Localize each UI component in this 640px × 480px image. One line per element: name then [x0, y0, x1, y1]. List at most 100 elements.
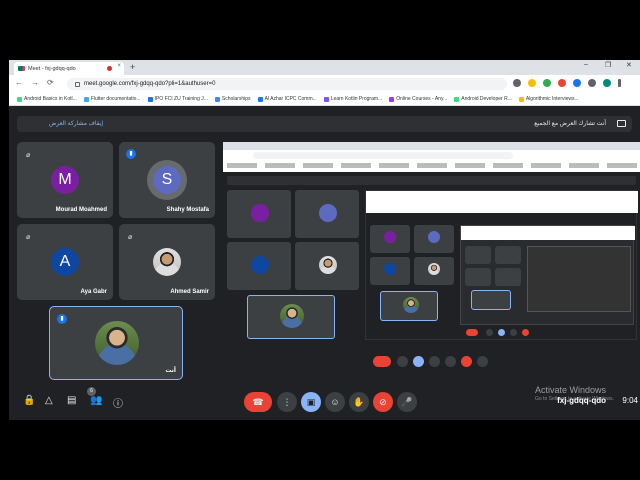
nested-tile	[295, 190, 359, 238]
participant-tile-mourad[interactable]: ⌀ M Mourad Moahmed	[17, 142, 113, 218]
raise-hand-button[interactable]: ✋	[349, 392, 369, 412]
extension-red-icon[interactable]	[558, 79, 566, 87]
maximize-button[interactable]: ❐	[605, 61, 611, 69]
url-text: meet.google.com/fxj-gdqq-qdo?pli=1&authu…	[84, 81, 216, 87]
avatar: S	[153, 166, 181, 194]
avatar-photo	[153, 248, 181, 276]
end-call-button[interactable]: ☎	[244, 392, 272, 412]
bookmark-item[interactable]: Algorithmic Interviews...	[518, 96, 579, 102]
participant-tile-self[interactable]: ▮ أنت	[49, 306, 183, 380]
more-options-button[interactable]: ⋮	[277, 392, 297, 412]
bookmark-label: Android Basics in Kotl...	[24, 96, 77, 102]
stop-sharing-button[interactable]: إيقاف مشاركة العرض	[49, 120, 103, 127]
nested-tile	[227, 242, 291, 290]
participant-name: أنت	[165, 368, 176, 374]
bookmark-label: Online Courses - Any...	[396, 96, 448, 102]
emoji-button[interactable]: ☺	[325, 392, 345, 412]
minimize-button[interactable]: –	[584, 61, 588, 68]
tab-title: Meet - fxj-gdqq-qdo	[28, 65, 76, 72]
chat-icon[interactable]: ▤	[67, 395, 76, 406]
participant-tile-ahmed[interactable]: ⌀ Ahmed Samir	[119, 224, 215, 300]
bookmark-item[interactable]: Learn Kotlin Program...	[323, 96, 383, 102]
share-icon[interactable]	[513, 79, 521, 87]
participant-count-badge: 6	[87, 387, 96, 396]
nested-browser-chrome	[223, 142, 640, 172]
bookmark-favicon-icon	[257, 96, 263, 102]
new-tab-button[interactable]: +	[130, 62, 135, 72]
nested-end-call	[373, 356, 391, 367]
puzzle-icon[interactable]	[588, 79, 596, 87]
bookmark-favicon-icon	[17, 96, 22, 102]
avatar-photo	[95, 321, 139, 365]
people-icon[interactable]: 👥	[90, 395, 102, 406]
bookmark-favicon-icon	[518, 96, 524, 102]
bookmark-item[interactable]: Android Basics in Kotl...	[17, 96, 77, 102]
bookmark-favicon-icon	[454, 96, 460, 102]
nested-deeper-share	[365, 190, 638, 340]
star-icon[interactable]	[528, 79, 536, 87]
browser-toolbar: ← → ⟳ meet.google.com/fxj-gdqq-qdo?pli=1…	[9, 75, 640, 93]
profile-avatar-icon[interactable]	[603, 79, 611, 87]
present-button[interactable]: ▣	[301, 392, 321, 412]
extension-blue-icon[interactable]	[573, 79, 581, 87]
mic-off-icon: ⌀	[26, 152, 31, 159]
tab-meet[interactable]: Meet - fxj-gdqq-qdo ×	[14, 62, 124, 75]
tab-close-icon[interactable]: ×	[117, 63, 121, 69]
extension-green-icon[interactable]	[543, 79, 551, 87]
info-icon[interactable]: ⓘ	[113, 395, 123, 410]
participant-name: Mourad Moahmed	[55, 207, 107, 213]
participant-name: Shahy Mostafa	[166, 207, 209, 213]
meet-favicon-icon	[18, 66, 25, 71]
activities-icon[interactable]: △	[45, 395, 53, 406]
nested-button	[413, 356, 424, 367]
back-button[interactable]: ←	[15, 78, 23, 87]
nested-tile	[295, 242, 359, 290]
bookmark-favicon-icon	[323, 96, 329, 102]
presentation-icon	[617, 120, 626, 127]
screen: Meet - fxj-gdqq-qdo × + – ❐ ✕ ← → ⟳ meet…	[0, 0, 640, 480]
avatar: A	[51, 248, 79, 276]
speaking-indicator-icon: ▮	[126, 149, 136, 159]
bookmarks-bar: Android Basics in Kotl... Flutter documen…	[9, 93, 640, 106]
menu-kebab-icon[interactable]	[618, 79, 621, 87]
sharing-banner: إيقاف مشاركة العرض أنت تشارك العرض مع ال…	[17, 116, 632, 132]
screen-share-preview	[223, 142, 640, 395]
speaking-indicator-icon: ▮	[57, 314, 67, 324]
nested-button	[445, 356, 456, 367]
bookmark-label: Learn Kotlin Program...	[330, 96, 383, 102]
nested-sharing-banner	[227, 176, 636, 185]
bookmark-label: Flutter documentatio...	[90, 96, 141, 102]
nested-tile	[247, 295, 335, 339]
address-bar[interactable]: meet.google.com/fxj-gdqq-qdo?pli=1&authu…	[67, 78, 507, 90]
participant-name: Ahmed Samir	[170, 289, 209, 295]
bookmark-item[interactable]: Online Courses - Any...	[389, 96, 447, 102]
participant-tile-aya[interactable]: ⌀ A Aya Gabr	[17, 224, 113, 300]
bookmark-item[interactable]: Android Developer R...	[454, 96, 512, 102]
nested-button	[477, 356, 488, 367]
bookmark-item[interactable]: Al Azhar ICPC Comm...	[257, 96, 317, 102]
activate-windows-title: Activate Windows	[535, 385, 607, 395]
mic-button[interactable]: 🎤	[397, 392, 417, 412]
lock-icon	[75, 81, 80, 87]
bookmark-item[interactable]: Scholarships	[214, 96, 251, 102]
nested-button	[397, 356, 408, 367]
recording-icon	[107, 66, 112, 71]
bookmark-label: Al Azhar ICPC Comm...	[264, 96, 317, 102]
reload-button[interactable]: ⟳	[47, 78, 54, 87]
nested-button	[461, 356, 472, 367]
forward-button[interactable]: →	[31, 78, 39, 87]
bookmark-favicon-icon	[83, 96, 89, 102]
close-window-button[interactable]: ✕	[626, 61, 632, 69]
tab-strip: Meet - fxj-gdqq-qdo × + – ❐ ✕	[9, 60, 640, 75]
extension-icons	[513, 79, 621, 87]
bookmark-item[interactable]: IPO FCI ZU Training J...	[147, 96, 208, 102]
nested-tile	[227, 190, 291, 238]
mic-off-icon: ⌀	[128, 234, 133, 241]
lock-icon[interactable]: 🔒	[23, 395, 35, 406]
bookmark-label: Android Developer R...	[461, 96, 512, 102]
activate-windows-subtitle: Go to Settings to activate Windows.	[535, 396, 614, 402]
sharing-message: أنت تشارك العرض مع الجميع	[534, 121, 606, 127]
participant-tile-shahy[interactable]: ▮ S Shahy Mostafa	[119, 142, 215, 218]
camera-off-button[interactable]: ⊘	[373, 392, 393, 412]
bookmark-item[interactable]: Flutter documentatio...	[83, 96, 141, 102]
